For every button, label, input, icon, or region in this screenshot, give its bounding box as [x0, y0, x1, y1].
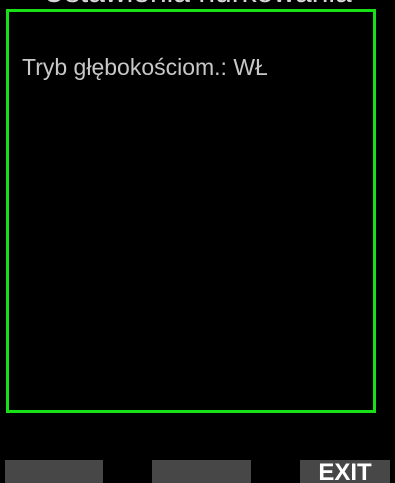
depth-mode-setting[interactable]: Tryb głębokościom.: WŁ — [22, 54, 268, 80]
exit-button[interactable]: EXIT — [300, 460, 390, 483]
screen-title: Ustawienia nurkowania — [0, 0, 395, 8]
settings-panel: Tryb głębokościom.: WŁ — [6, 9, 376, 413]
middle-softkey[interactable] — [152, 460, 251, 483]
left-softkey[interactable] — [5, 460, 103, 483]
